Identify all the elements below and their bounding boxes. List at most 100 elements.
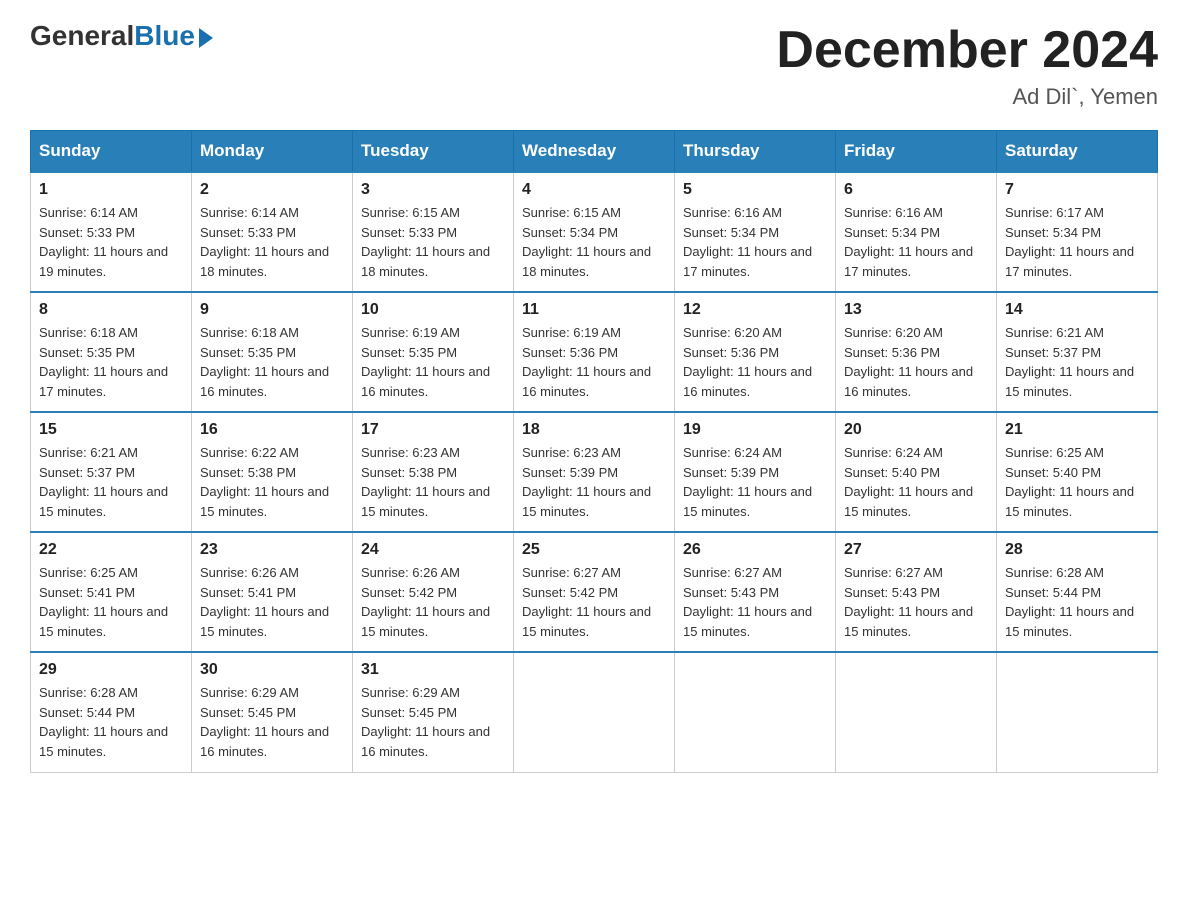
calendar-cell: 25 Sunrise: 6:27 AMSunset: 5:42 PMDayligh… [514,532,675,652]
week-row-2: 8 Sunrise: 6:18 AMSunset: 5:35 PMDaylight… [31,292,1158,412]
day-info: Sunrise: 6:19 AMSunset: 5:35 PMDaylight:… [361,323,505,401]
week-row-3: 15 Sunrise: 6:21 AMSunset: 5:37 PMDayligh… [31,412,1158,532]
day-info: Sunrise: 6:21 AMSunset: 5:37 PMDaylight:… [39,443,183,521]
weekday-header-thursday: Thursday [675,131,836,173]
calendar-cell: 24Sunrise: 6:26 AMSunset: 5:42 PMDayligh… [353,532,514,652]
calendar-cell: 3 Sunrise: 6:15 AMSunset: 5:33 PMDaylight… [353,172,514,292]
day-number: 4 [522,181,666,199]
calendar-cell: 4 Sunrise: 6:15 AMSunset: 5:34 PMDaylight… [514,172,675,292]
day-number: 18 [522,421,666,439]
day-info: Sunrise: 6:29 AMSunset: 5:45 PMDaylight:… [200,683,344,761]
calendar-cell: 18 Sunrise: 6:23 AMSunset: 5:39 PMDayligh… [514,412,675,532]
day-number: 24 [361,541,505,559]
day-info: Sunrise: 6:14 AMSunset: 5:33 PMDaylight:… [200,203,344,281]
calendar-cell: 20Sunrise: 6:24 AMSunset: 5:40 PMDayligh… [836,412,997,532]
day-info: Sunrise: 6:15 AMSunset: 5:34 PMDaylight:… [522,203,666,281]
day-info: Sunrise: 6:16 AMSunset: 5:34 PMDaylight:… [683,203,827,281]
day-number: 23 [200,541,344,559]
calendar-cell: 19Sunrise: 6:24 AMSunset: 5:39 PMDayligh… [675,412,836,532]
day-info: Sunrise: 6:27 AMSunset: 5:43 PMDaylight:… [844,563,988,641]
day-number: 7 [1005,181,1149,199]
calendar-cell: 15 Sunrise: 6:21 AMSunset: 5:37 PMDayligh… [31,412,192,532]
calendar-table: SundayMondayTuesdayWednesdayThursdayFrid… [30,130,1158,773]
day-number: 3 [361,181,505,199]
calendar-cell: 23 Sunrise: 6:26 AMSunset: 5:41 PMDayligh… [192,532,353,652]
day-info: Sunrise: 6:23 AMSunset: 5:39 PMDaylight:… [522,443,666,521]
calendar-cell [675,652,836,772]
day-number: 15 [39,421,183,439]
week-row-5: 29 Sunrise: 6:28 AMSunset: 5:44 PMDayligh… [31,652,1158,772]
day-info: Sunrise: 6:26 AMSunset: 5:41 PMDaylight:… [200,563,344,641]
weekday-header-sunday: Sunday [31,131,192,173]
calendar-cell [997,652,1158,772]
day-number: 10 [361,301,505,319]
day-number: 9 [200,301,344,319]
weekday-header-tuesday: Tuesday [353,131,514,173]
day-number: 14 [1005,301,1149,319]
day-info: Sunrise: 6:27 AMSunset: 5:42 PMDaylight:… [522,563,666,641]
calendar-cell: 13 Sunrise: 6:20 AMSunset: 5:36 PMDayligh… [836,292,997,412]
day-number: 27 [844,541,988,559]
calendar-cell: 21 Sunrise: 6:25 AMSunset: 5:40 PMDayligh… [997,412,1158,532]
day-info: Sunrise: 6:20 AMSunset: 5:36 PMDaylight:… [844,323,988,401]
week-row-1: 1 Sunrise: 6:14 AMSunset: 5:33 PMDaylight… [31,172,1158,292]
day-info: Sunrise: 6:18 AMSunset: 5:35 PMDaylight:… [200,323,344,401]
day-info: Sunrise: 6:29 AMSunset: 5:45 PMDaylight:… [361,683,505,761]
calendar-cell: 17Sunrise: 6:23 AMSunset: 5:38 PMDayligh… [353,412,514,532]
day-info: Sunrise: 6:18 AMSunset: 5:35 PMDaylight:… [39,323,183,401]
logo: General Blue [30,20,213,52]
calendar-cell [836,652,997,772]
day-number: 25 [522,541,666,559]
month-title: December 2024 [776,20,1158,80]
day-number: 31 [361,661,505,679]
weekday-header-row: SundayMondayTuesdayWednesdayThursdayFrid… [31,131,1158,173]
day-info: Sunrise: 6:25 AMSunset: 5:41 PMDaylight:… [39,563,183,641]
logo-blue-text: Blue [134,20,195,52]
calendar-cell: 26 Sunrise: 6:27 AMSunset: 5:43 PMDayligh… [675,532,836,652]
calendar-cell: 2 Sunrise: 6:14 AMSunset: 5:33 PMDaylight… [192,172,353,292]
day-info: Sunrise: 6:19 AMSunset: 5:36 PMDaylight:… [522,323,666,401]
calendar-cell: 27 Sunrise: 6:27 AMSunset: 5:43 PMDayligh… [836,532,997,652]
calendar-cell: 5Sunrise: 6:16 AMSunset: 5:34 PMDaylight… [675,172,836,292]
day-info: Sunrise: 6:14 AMSunset: 5:33 PMDaylight:… [39,203,183,281]
day-number: 21 [1005,421,1149,439]
calendar-cell: 16 Sunrise: 6:22 AMSunset: 5:38 PMDayligh… [192,412,353,532]
day-number: 30 [200,661,344,679]
calendar-cell: 30 Sunrise: 6:29 AMSunset: 5:45 PMDayligh… [192,652,353,772]
calendar-cell: 29 Sunrise: 6:28 AMSunset: 5:44 PMDayligh… [31,652,192,772]
day-number: 16 [200,421,344,439]
title-section: December 2024 Ad Dil`, Yemen [776,20,1158,110]
day-number: 11 [522,301,666,319]
weekday-header-monday: Monday [192,131,353,173]
day-info: Sunrise: 6:27 AMSunset: 5:43 PMDaylight:… [683,563,827,641]
day-info: Sunrise: 6:20 AMSunset: 5:36 PMDaylight:… [683,323,827,401]
location-label: Ad Dil`, Yemen [776,84,1158,110]
day-info: Sunrise: 6:22 AMSunset: 5:38 PMDaylight:… [200,443,344,521]
day-number: 26 [683,541,827,559]
calendar-cell: 12 Sunrise: 6:20 AMSunset: 5:36 PMDayligh… [675,292,836,412]
calendar-cell: 28Sunrise: 6:28 AMSunset: 5:44 PMDayligh… [997,532,1158,652]
day-info: Sunrise: 6:15 AMSunset: 5:33 PMDaylight:… [361,203,505,281]
calendar-cell: 6Sunrise: 6:16 AMSunset: 5:34 PMDaylight… [836,172,997,292]
day-number: 13 [844,301,988,319]
day-number: 12 [683,301,827,319]
day-info: Sunrise: 6:25 AMSunset: 5:40 PMDaylight:… [1005,443,1149,521]
day-info: Sunrise: 6:21 AMSunset: 5:37 PMDaylight:… [1005,323,1149,401]
day-number: 17 [361,421,505,439]
weekday-header-wednesday: Wednesday [514,131,675,173]
calendar-cell: 8 Sunrise: 6:18 AMSunset: 5:35 PMDaylight… [31,292,192,412]
day-info: Sunrise: 6:17 AMSunset: 5:34 PMDaylight:… [1005,203,1149,281]
day-number: 22 [39,541,183,559]
day-number: 6 [844,181,988,199]
day-number: 8 [39,301,183,319]
week-row-4: 22 Sunrise: 6:25 AMSunset: 5:41 PMDayligh… [31,532,1158,652]
day-number: 1 [39,181,183,199]
day-number: 29 [39,661,183,679]
weekday-header-saturday: Saturday [997,131,1158,173]
day-number: 2 [200,181,344,199]
calendar-cell: 9 Sunrise: 6:18 AMSunset: 5:35 PMDaylight… [192,292,353,412]
day-info: Sunrise: 6:28 AMSunset: 5:44 PMDaylight:… [39,683,183,761]
day-info: Sunrise: 6:24 AMSunset: 5:40 PMDaylight:… [844,443,988,521]
calendar-cell: 10 Sunrise: 6:19 AMSunset: 5:35 PMDayligh… [353,292,514,412]
day-number: 19 [683,421,827,439]
